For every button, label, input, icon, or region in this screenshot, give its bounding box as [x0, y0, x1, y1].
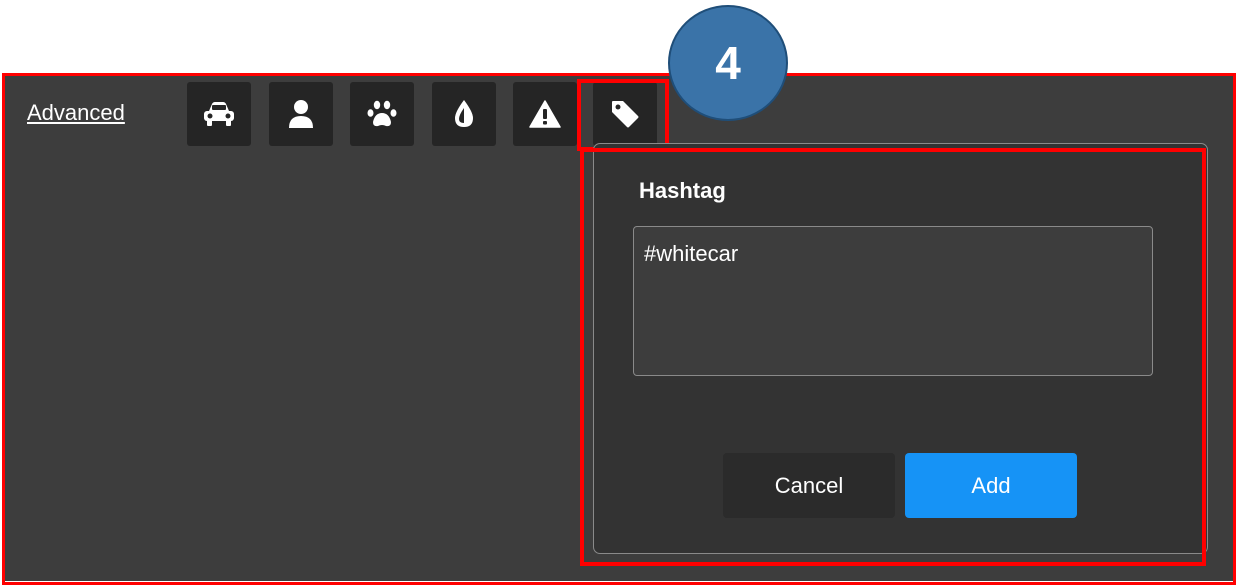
- step-badge: 4: [668, 5, 788, 121]
- car-filter-button[interactable]: [187, 82, 251, 146]
- car-icon: [204, 102, 234, 126]
- cancel-button[interactable]: Cancel: [723, 453, 895, 518]
- drop-icon: [455, 100, 473, 127]
- tag-icon: [612, 101, 639, 128]
- hashtag-input[interactable]: #whitecar: [633, 226, 1153, 376]
- animal-filter-button[interactable]: [350, 82, 414, 146]
- liquid-filter-button[interactable]: [432, 82, 496, 146]
- hashtag-input-value: #whitecar: [644, 241, 739, 266]
- hashtag-filter-button[interactable]: [593, 82, 657, 146]
- add-button-label: Add: [971, 472, 1011, 498]
- person-icon: [289, 100, 313, 128]
- warning-filter-button[interactable]: [513, 82, 577, 146]
- paw-icon: [367, 100, 397, 127]
- step-number: 4: [715, 37, 741, 89]
- hashtag-dialog-title: Hashtag: [639, 178, 726, 203]
- person-filter-button[interactable]: [269, 82, 333, 146]
- warning-icon: [529, 100, 561, 128]
- add-button[interactable]: Add: [905, 453, 1077, 518]
- screenshot-canvas: Advanced 4 Hashtag #whitecar Cancel Add: [0, 0, 1238, 585]
- advanced-link[interactable]: Advanced: [27, 100, 125, 126]
- cancel-button-label: Cancel: [774, 472, 844, 498]
